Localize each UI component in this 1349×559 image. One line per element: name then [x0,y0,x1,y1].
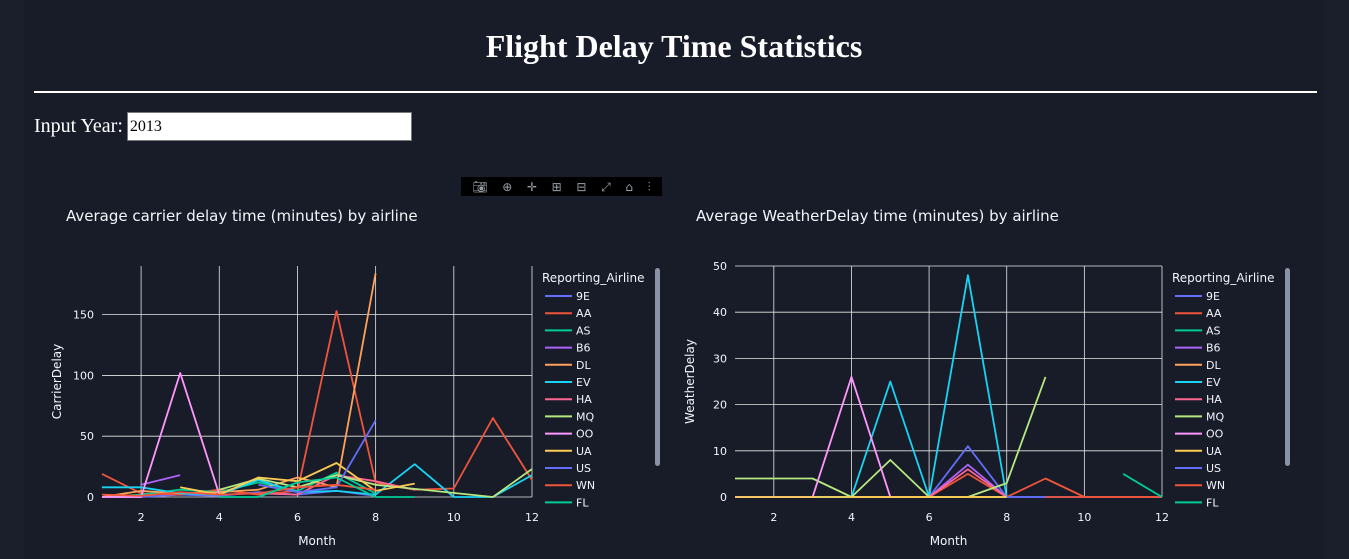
legend-item[interactable]: UA [545,445,592,458]
legend-item[interactable]: AA [545,307,592,320]
y-tick-label: 10 [713,445,727,458]
legend-label: B6 [576,342,591,355]
legend: Reporting_Airline 9E AA AS B6 DL EV HA MQ OO UA US W… [542,271,644,509]
x-tick-label: 4 [216,511,223,524]
legend-item[interactable]: FL [1175,496,1219,509]
legend-title: Reporting_Airline [542,271,644,285]
series-line-fl [1122,473,1163,498]
legend-label: HA [576,393,592,406]
legend-title: Reporting_Airline [1172,271,1274,285]
charts-canvas: Average carrier delay time (minutes) by … [50,207,1290,548]
x-axis-label: Month [930,534,968,548]
series-line-oo [102,372,221,498]
legend-label: UA [1206,445,1222,458]
legend-scrollbar[interactable] [1285,268,1290,466]
legend-item[interactable]: MQ [545,410,594,423]
x-tick-label: 12 [1155,511,1169,524]
x-tick-label: 12 [525,511,539,524]
x-tick-label: 10 [1077,511,1091,524]
legend-label: EV [576,376,591,389]
legend-label: US [1206,462,1221,475]
legend-label: US [576,462,591,475]
y-tick-label: 50 [80,430,94,443]
chart-1: Average carrier delay time (minutes) by … [50,207,660,548]
series-line-aa [101,310,533,496]
y-tick-label: 100 [73,369,94,382]
legend-label: DL [1206,359,1221,372]
legend-label: B6 [1206,342,1221,355]
y-tick-label: 0 [87,491,94,504]
legend-item[interactable]: EV [545,376,591,389]
legend-label: FL [576,496,589,509]
legend-label: FL [1206,496,1219,509]
legend-label: MQ [576,410,594,423]
legend-label: WN [1206,479,1225,492]
legend-item[interactable]: AA [1175,307,1222,320]
chart-title: Average carrier delay time (minutes) by … [66,207,418,225]
legend-label: AA [576,307,592,320]
legend-item[interactable]: OO [1175,428,1224,441]
legend-label: OO [576,428,594,441]
x-tick-label: 6 [294,511,301,524]
x-axis-label: Month [298,534,336,548]
legend: Reporting_Airline 9E AA AS B6 DL EV HA MQ OO UA US W… [1172,271,1274,509]
y-tick-label: 30 [713,352,727,365]
legend-label: AA [1206,307,1222,320]
legend-item[interactable]: B6 [1175,342,1221,355]
y-axis-label: CarrierDelay [50,344,64,419]
legend-item[interactable]: AS [545,324,591,337]
legend-label: MQ [1206,410,1224,423]
legend-item[interactable]: OO [545,428,594,441]
y-tick-label: 50 [713,260,727,273]
legend-item[interactable]: WN [1175,479,1225,492]
x-tick-label: 2 [770,511,777,524]
series-line-mq [735,376,1047,498]
legend-item[interactable]: DL [1175,359,1221,372]
legend-label: 9E [1206,290,1220,303]
x-tick-label: 6 [926,511,933,524]
series-line-aa [735,472,1162,498]
chart-title: Average WeatherDelay time (minutes) by a… [696,207,1059,225]
y-axis-label: WeatherDelay [683,339,697,424]
legend-item[interactable]: HA [545,393,592,406]
legend-item[interactable]: HA [1175,393,1222,406]
legend-item[interactable]: WN [545,479,595,492]
x-tick-label: 8 [1003,511,1010,524]
series-line-9e [735,445,1162,498]
legend-label: HA [1206,393,1222,406]
legend-label: AS [1206,324,1221,337]
legend-label: UA [576,445,592,458]
legend-item[interactable]: 9E [545,290,590,303]
legend-label: 9E [576,290,590,303]
y-tick-label: 40 [713,306,727,319]
legend-item[interactable]: DL [545,359,591,372]
series-line-ev [735,274,1008,498]
legend-item[interactable]: EV [1175,376,1221,389]
legend-label: WN [576,479,595,492]
legend-item[interactable]: US [545,462,591,475]
legend-label: DL [576,359,591,372]
legend-label: OO [1206,428,1224,441]
y-tick-label: 150 [73,309,94,322]
legend-scrollbar[interactable] [655,268,660,466]
x-tick-label: 2 [138,511,145,524]
legend-item[interactable]: FL [545,496,589,509]
chart-2: Average WeatherDelay time (minutes) by a… [683,207,1290,548]
legend-item[interactable]: MQ [1175,410,1224,423]
x-tick-label: 8 [372,511,379,524]
legend-label: EV [1206,376,1221,389]
legend-label: AS [576,324,591,337]
legend-item[interactable]: B6 [545,342,591,355]
y-tick-label: 20 [713,399,727,412]
legend-item[interactable]: US [1175,462,1221,475]
legend-item[interactable]: UA [1175,445,1222,458]
y-tick-label: 0 [720,491,727,504]
x-tick-label: 10 [447,511,461,524]
legend-item[interactable]: AS [1175,324,1221,337]
x-tick-label: 4 [848,511,855,524]
legend-item[interactable]: 9E [1175,290,1220,303]
